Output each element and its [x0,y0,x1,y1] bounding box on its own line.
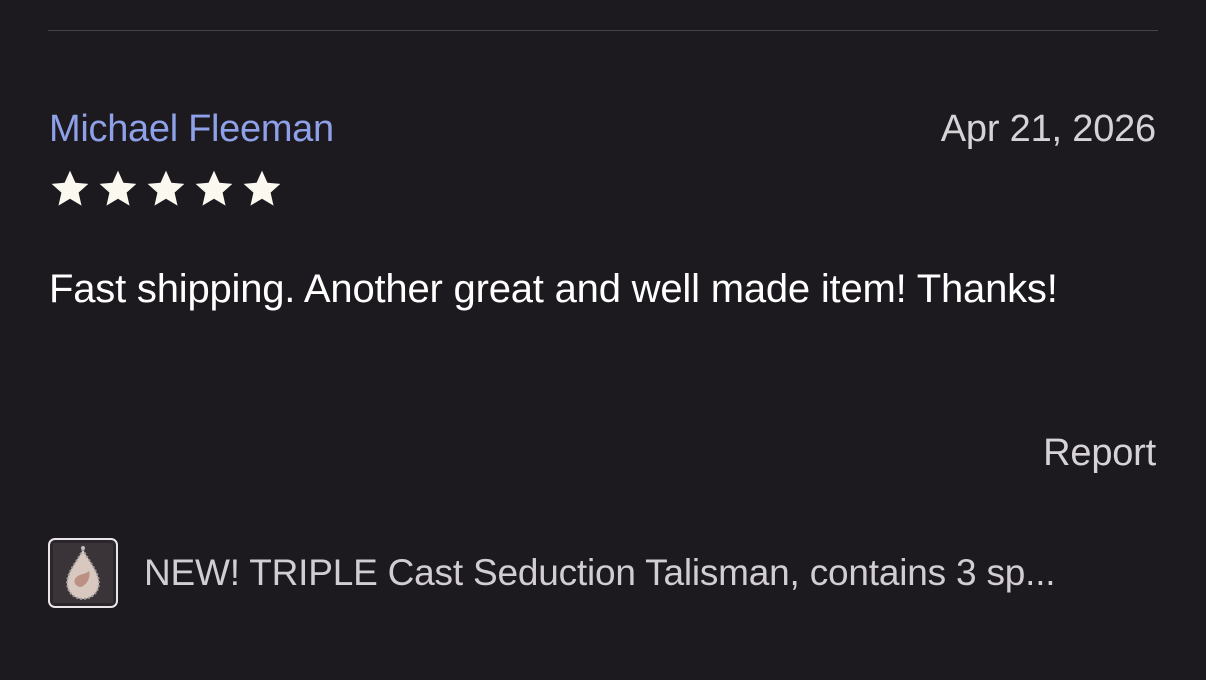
star-icon [195,170,233,206]
star-icon [147,170,185,206]
review-text: Fast shipping. Another great and well ma… [49,267,1058,311]
star-icon [51,170,89,206]
reviewer-name-link[interactable]: Michael Fleeman [49,108,334,151]
item-title[interactable]: NEW! TRIPLE Cast Seduction Talisman, con… [144,552,1056,594]
pendant-thumbnail-icon[interactable] [48,538,118,608]
star-icon [243,170,281,206]
review-date: Apr 21, 2026 [940,108,1156,150]
report-link[interactable]: Report [1043,432,1156,475]
pendant-image [53,543,113,603]
star-rating [49,168,283,210]
review-card: Michael Fleeman Apr 21, 2026 Fast shippi… [0,0,1206,680]
purchased-item-link[interactable]: NEW! TRIPLE Cast Seduction Talisman, con… [48,538,1056,608]
divider [48,30,1158,31]
star-icon [99,170,137,206]
